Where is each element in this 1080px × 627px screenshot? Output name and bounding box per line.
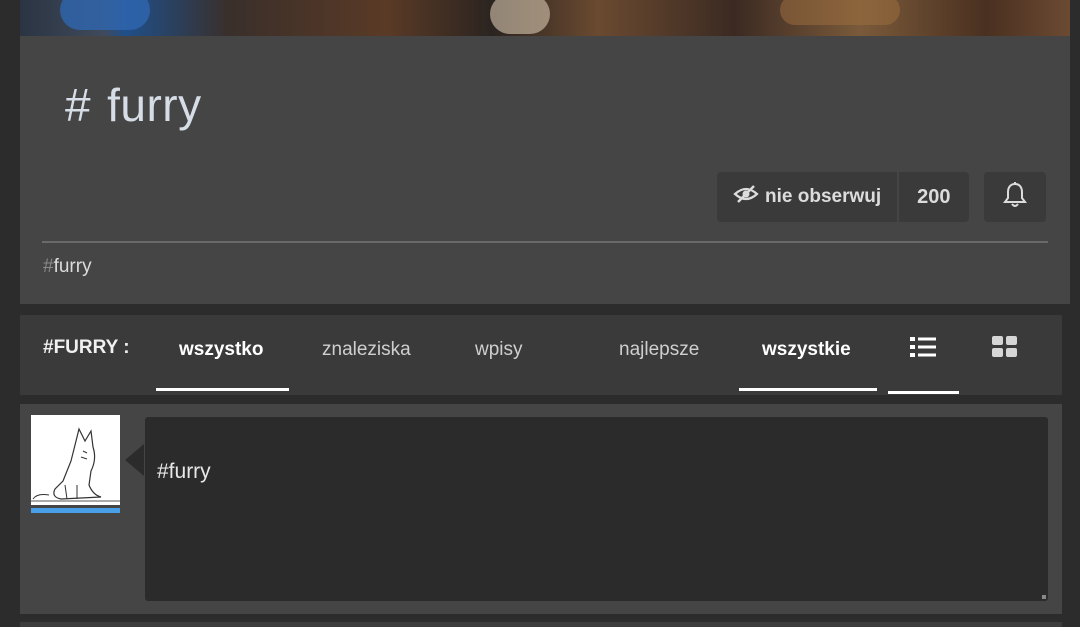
- tag-banner-image: [20, 0, 1070, 36]
- notification-button[interactable]: [984, 172, 1046, 222]
- resize-handle[interactable]: [1042, 595, 1046, 599]
- tab-wszystkie[interactable]: wszystkie: [762, 339, 851, 361]
- follow-control: nie obserwuj 200: [717, 172, 969, 222]
- avatar-status-bar: [31, 508, 120, 513]
- related-tag-link[interactable]: #furry: [43, 256, 92, 278]
- related-tag-hash: #: [43, 256, 54, 277]
- bell-icon: [1003, 181, 1027, 214]
- tabs-tag-label: #FURRY :: [43, 337, 130, 358]
- unfollow-button[interactable]: nie obserwuj: [717, 172, 900, 222]
- tab-najlepsze[interactable]: najlepsze: [619, 339, 699, 361]
- unfollow-label: nie obserwuj: [765, 186, 882, 207]
- tab-znaleziska[interactable]: znaleziska: [322, 339, 411, 361]
- bubble-pointer: [125, 444, 144, 476]
- tag-tabs-bar: #FURRY : wszystko znaleziska wpisy najle…: [20, 315, 1062, 395]
- related-tag-name: furry: [53, 256, 92, 277]
- entry-bubble: #furry: [145, 417, 1048, 601]
- avatar[interactable]: [31, 415, 120, 513]
- tab-wszystko[interactable]: wszystko: [179, 339, 263, 361]
- entry-text[interactable]: #furry: [157, 460, 211, 484]
- list-view-icon[interactable]: [909, 335, 937, 364]
- entry-card: #furry: [20, 404, 1062, 614]
- next-entry-edge: [20, 622, 1062, 627]
- wolf-sketch-avatar: [31, 415, 120, 505]
- title-tag-name: furry: [107, 79, 202, 131]
- header-divider: [42, 241, 1048, 243]
- tab-wpisy[interactable]: wpisy: [475, 339, 523, 361]
- tab-wszystko-underline: [156, 388, 289, 391]
- tab-wszystkie-underline: [739, 388, 877, 391]
- page-title: # furry: [65, 78, 202, 132]
- grid-view-icon[interactable]: [991, 335, 1019, 364]
- tag-header-card: # furry nie obserwuj 200 #furry: [20, 36, 1070, 304]
- eye-slash-icon: [733, 184, 759, 210]
- title-hash: #: [65, 79, 92, 131]
- list-view-underline: [888, 391, 959, 394]
- follower-count: 200: [899, 172, 969, 222]
